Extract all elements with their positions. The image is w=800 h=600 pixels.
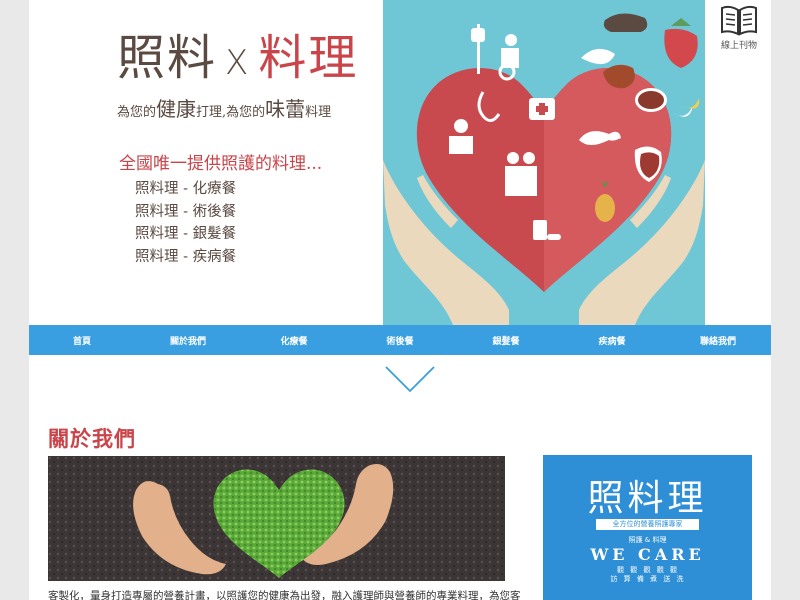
hero-text-panel: 照料 X 料理 為您的健康打理,為您的味蕾料理 全國唯一提供照護的料理... 照料理… — [29, 0, 383, 325]
brand-title: 照料 X 料理 — [117, 28, 358, 93]
meal-item: 照料理 - 銀髮餐 — [135, 226, 237, 242]
pineapple-icon — [595, 194, 615, 222]
brand-title-part2: 料理 — [258, 30, 359, 86]
main-nav: 首頁 關於我們 化療餐 術後餐 銀髮餐 疾病餐 聯絡我們 — [29, 325, 771, 355]
banana-icon — [673, 106, 693, 117]
banana-fill — [683, 98, 700, 109]
nav-about[interactable]: 關於我們 — [135, 334, 241, 347]
nav-disease-meal[interactable]: 疾病餐 — [559, 334, 665, 347]
brand-title-x: X — [225, 43, 251, 83]
hero-illustration — [383, 0, 705, 325]
brand-sub-big1: 健康 — [156, 97, 197, 121]
online-magazine-link[interactable]: 線上刊物 — [709, 4, 769, 54]
chevron-down-icon[interactable] — [384, 364, 436, 394]
card-line: 觀 觀 觀 觀 觀 — [617, 566, 679, 574]
about-text: 客製化，量身打造專屬的營養計畫，以照護您的健康為出發，融入護理師與營養師的專業料… — [48, 590, 521, 600]
strawberry-leaves — [671, 18, 691, 26]
patient-head-icon — [505, 34, 517, 46]
meat-inner — [638, 91, 664, 109]
book-icon — [721, 5, 757, 36]
strawberry-icon — [664, 28, 698, 68]
nav-contact[interactable]: 聯絡我們 — [665, 334, 771, 347]
nav-postop-meal[interactable]: 術後餐 — [347, 334, 453, 347]
meal-item: 照料理 - 術後餐 — [135, 203, 237, 220]
card-care-line: 照護 & 料理 — [628, 536, 667, 544]
meal-list: 照料理 - 化療餐 照料理 - 術後餐 照料理 - 銀髮餐 照料理 - 疾病餐 — [135, 178, 236, 268]
card-we-care: WE CARE — [590, 545, 705, 564]
card-tagline: 全方位的營養照護專家 — [596, 519, 699, 530]
nurse-body-icon — [449, 136, 473, 154]
pill-bottle-icon — [533, 220, 547, 240]
brand-sub-big2: 味蕾 — [265, 97, 306, 121]
brand-subtitle: 為您的健康打理,為您的味蕾料理 — [117, 93, 331, 122]
nurse-head-icon — [454, 119, 468, 133]
iv-bag-icon — [471, 28, 485, 42]
page: 照料 X 料理 為您的健康打理,為您的味蕾料理 全國唯一提供照護的料理... 照料理… — [29, 0, 771, 600]
elder-head-icon — [523, 152, 535, 164]
bread-icon — [603, 13, 648, 33]
kit-cross-h — [536, 106, 548, 112]
nav-senior-meal[interactable]: 銀髮餐 — [453, 334, 559, 347]
meal-item: 照料理 - 疾病餐 — [135, 248, 237, 265]
heart-hands-illustration — [383, 13, 705, 325]
doctor-head-icon — [507, 152, 519, 164]
card-detail-lines: 觀 觀 觀 觀 觀 訪 算 備 煮 送 洗 — [597, 566, 699, 584]
roast-chicken-icon — [581, 48, 615, 65]
brand-title-part1: 照料 — [117, 30, 218, 86]
pill-icon — [547, 234, 561, 240]
brand-card[interactable]: 照料理 全方位的營養照護專家 照護 & 料理 WE CARE 觀 觀 觀 觀 觀… — [543, 455, 752, 600]
doctor-elder-icon — [505, 166, 537, 196]
about-heart-image — [48, 456, 505, 581]
card-logo: 照料理 — [587, 478, 708, 519]
brand-sub-small3: 料理 — [305, 105, 332, 120]
meal-item: 照料理 - 化療餐 — [135, 181, 237, 197]
about-section-title: 關於我們 — [48, 427, 136, 451]
hands-heart-photo — [48, 456, 505, 581]
nav-home[interactable]: 首頁 — [29, 334, 135, 347]
nav-chemo-meal[interactable]: 化療餐 — [241, 334, 347, 347]
slogan: 全國唯一提供照護的料理... — [119, 154, 323, 174]
magazine-label: 線上刊物 — [720, 41, 757, 51]
brand-sub-small1: 為您的 — [117, 105, 157, 120]
card-line: 訪 算 備 煮 送 洗 — [610, 575, 686, 583]
brand-sub-small2: 打理,為您的 — [196, 105, 266, 120]
